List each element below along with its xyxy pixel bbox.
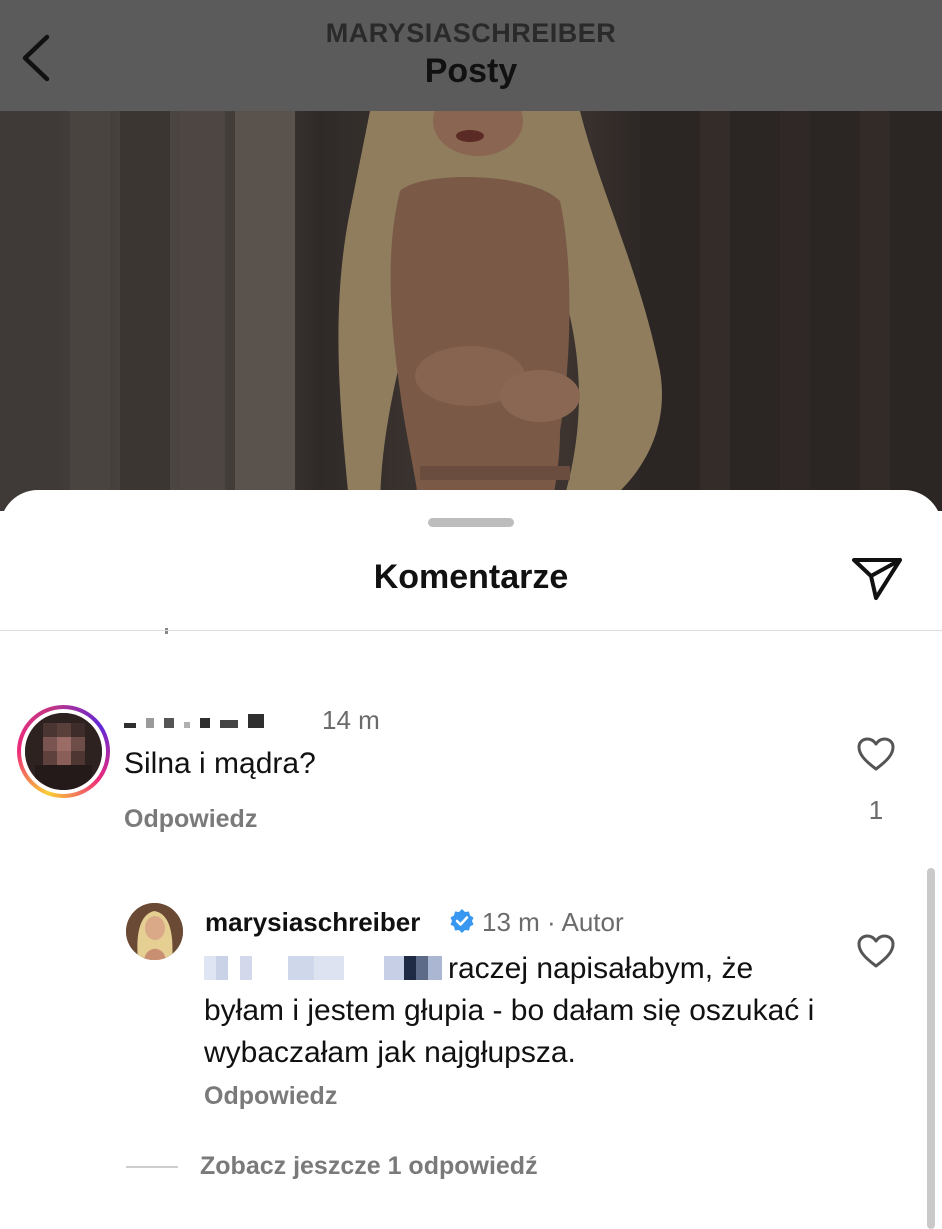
sheet-drag-handle[interactable] [428,518,514,527]
page-title: Posty [424,52,518,90]
like-count[interactable]: 1 [866,795,886,826]
heart-outline-icon [857,737,895,771]
previous-comment-remnant [165,628,168,634]
comments-sheet: Komentarze 14 m Silna i mądra? Odpowiedz… [0,490,942,1229]
pixelated-avatar [25,713,102,790]
commenter-avatar[interactable] [17,705,110,798]
avatar-image-pixelated [25,713,102,790]
replies-divider-line [126,1166,178,1168]
author-username[interactable]: marysiaschreiber [205,907,420,938]
redacted-username[interactable] [124,704,274,728]
comment-timestamp: 14 m [322,705,380,735]
share-button[interactable] [848,552,906,604]
like-button[interactable] [856,736,896,772]
paper-plane-icon [852,558,902,600]
reply-button[interactable]: Odpowiedz [124,805,257,834]
scrollbar[interactable] [927,868,935,1229]
like-button[interactable] [856,933,896,969]
verified-badge-icon [450,909,474,933]
top-navigation-bar: MARYSIASCHREIBER Posty [0,0,942,111]
view-more-replies-button[interactable]: Zobacz jeszcze 1 odpowiedź [200,1152,538,1181]
sheet-title: Komentarze [373,558,569,596]
comment-text: Silna i mądra? [124,747,316,780]
redacted-mention[interactable] [204,956,442,980]
avatar-ring-gap [21,709,106,794]
heart-outline-icon [857,934,895,968]
reply-body: raczej napisałabym, że byłam i jestem gł… [204,948,834,1074]
post-photo-illustration [0,111,942,511]
sheet-divider [0,630,942,631]
post-photo[interactable] [0,111,942,511]
reply-button[interactable]: Odpowiedz [204,1082,337,1111]
author-avatar[interactable] [126,903,183,960]
comment-meta: 13 m · Autor [482,907,624,937]
author-avatar-image [126,903,183,960]
profile-username[interactable]: MARYSIASCHREIBER [0,18,942,49]
